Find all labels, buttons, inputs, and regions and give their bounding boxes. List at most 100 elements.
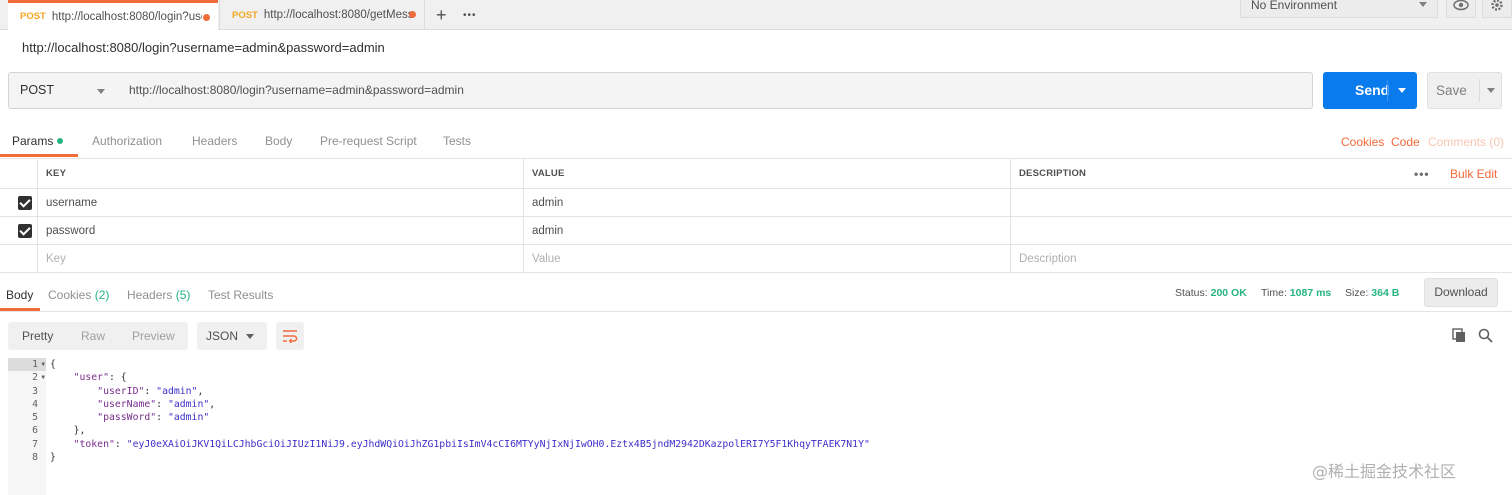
- code-token-mid: : {: [108, 372, 127, 384]
- status-value[interactable]: 200 OK: [1211, 287, 1247, 299]
- tab-authorization[interactable]: Authorization: [92, 134, 162, 148]
- tab-params[interactable]: Params: [12, 134, 64, 148]
- code-token-prefix: },: [50, 425, 86, 437]
- line-number: 6: [32, 425, 38, 437]
- bulk-edit-link[interactable]: Bulk Edit: [1450, 167, 1497, 181]
- watermark: @稀土掘金技术社区: [1312, 462, 1457, 481]
- gear-icon: [1491, 0, 1503, 11]
- tab-method: POST: [20, 11, 46, 22]
- params-table: KEY VALUE DESCRIPTION ••• Bulk Edit user…: [0, 158, 1512, 273]
- eye-icon: [1453, 0, 1469, 11]
- tab-body[interactable]: Body: [265, 134, 292, 148]
- environment-select[interactable]: No Environment: [1240, 0, 1438, 18]
- active-tab-indicator: [0, 154, 78, 157]
- param-value-input[interactable]: admin: [523, 217, 1010, 244]
- tab-pre-request-script[interactable]: Pre-request Script: [320, 134, 417, 148]
- checkbox-checked-icon[interactable]: [18, 223, 32, 238]
- param-key-input[interactable]: username: [37, 189, 524, 216]
- http-method-select[interactable]: POST: [8, 72, 118, 109]
- code-token-key: "user": [73, 372, 109, 384]
- save-button[interactable]: Save: [1427, 72, 1502, 109]
- new-param-key-input[interactable]: Key: [37, 245, 524, 272]
- search-icon[interactable]: [1478, 328, 1493, 343]
- header-check-cell: [0, 159, 37, 188]
- code-token-mid: :: [144, 385, 157, 397]
- code-token-val: "admin": [156, 385, 198, 397]
- param-value-input[interactable]: admin: [523, 189, 1010, 216]
- request-tab-login[interactable]: POST http://localhost:8080/login?user: [8, 0, 218, 30]
- code-token-prefix: [50, 372, 74, 383]
- tab-tests[interactable]: Tests: [443, 134, 471, 148]
- view-pretty-button[interactable]: Pretty: [22, 322, 53, 350]
- view-raw-button[interactable]: Raw: [81, 322, 105, 350]
- cookies-link[interactable]: Cookies: [1341, 135, 1384, 149]
- send-button[interactable]: Send: [1323, 72, 1417, 109]
- tab-more-button[interactable]: •••: [463, 0, 477, 30]
- tab-params-label: Params: [12, 134, 54, 148]
- params-active-dot-icon: [57, 138, 64, 144]
- chevron-down-icon: [1419, 2, 1427, 7]
- more-options-icon[interactable]: •••: [1414, 167, 1430, 181]
- environment-quick-look-button[interactable]: [1446, 0, 1476, 18]
- settings-button[interactable]: [1482, 0, 1512, 18]
- param-description-input[interactable]: [1010, 189, 1512, 216]
- code-token-mid: :: [156, 398, 168, 410]
- fold-arrow-icon[interactable]: ▼: [41, 358, 45, 371]
- wrap-lines-button[interactable]: [276, 322, 304, 350]
- tab-headers[interactable]: Headers: [192, 134, 237, 148]
- view-preview-button[interactable]: Preview: [132, 322, 175, 350]
- code-token-key: "userID": [97, 385, 145, 397]
- new-tab-button[interactable]: +: [436, 0, 447, 30]
- request-tab-getmessage[interactable]: POST http://localhost:8080/getMessa: [219, 0, 425, 30]
- response-tab-cookies[interactable]: Cookies (2): [48, 288, 109, 302]
- code-line: "userID": "admin",: [50, 385, 870, 398]
- code-token-mid: :: [156, 412, 168, 424]
- wrap-lines-icon: [283, 330, 298, 343]
- status-label: Status:: [1175, 287, 1208, 299]
- code-token-prefix: }: [50, 452, 56, 464]
- send-options-chevron-icon[interactable]: [1398, 88, 1406, 93]
- response-code: { "user": { "userID": "admin", "userName…: [50, 358, 870, 464]
- request-tab-bar: POST http://localhost:8080/login?user PO…: [0, 0, 1512, 30]
- code-link[interactable]: Code: [1391, 135, 1420, 149]
- row-checkbox-cell[interactable]: [0, 189, 37, 216]
- line-number: 1 ▼: [8, 358, 46, 372]
- code-token-prefix: [50, 386, 97, 397]
- time-value[interactable]: 1087 ms: [1290, 287, 1331, 299]
- row-checkbox-cell[interactable]: [0, 217, 37, 244]
- code-line: }: [50, 451, 870, 464]
- code-token-key: "userName": [97, 398, 157, 410]
- response-tab-body[interactable]: Body: [6, 288, 33, 302]
- cookies-count: (2): [94, 288, 110, 302]
- new-param-description-input[interactable]: Description: [1010, 245, 1512, 272]
- code-token-suffix: ,: [197, 385, 204, 397]
- new-param-value-input[interactable]: Value: [523, 245, 1010, 272]
- comments-link[interactable]: Comments (0): [1428, 135, 1504, 149]
- request-url-input[interactable]: http://localhost:8080/login?username=adm…: [117, 72, 1313, 109]
- response-tab-test-results[interactable]: Test Results: [208, 288, 273, 302]
- headers-count: (5): [175, 288, 191, 302]
- response-tab-headers[interactable]: Headers (5): [127, 288, 190, 302]
- response-body-editor[interactable]: 1 ▼ 2 ▼ 3 4 5 6 7 8 { "user": { "userID": "admin"…: [8, 358, 1500, 495]
- unsaved-dot-icon: [203, 14, 210, 21]
- code-line: "passWord": "admin": [50, 411, 870, 424]
- download-button[interactable]: Download: [1424, 278, 1498, 307]
- line-number-gutter: 1 ▼ 2 ▼ 3 4 5 6 7 8: [8, 358, 46, 495]
- tab-url: http://localhost:8080/login?user: [51, 10, 202, 23]
- http-method-value: POST: [20, 83, 55, 97]
- checkbox-checked-icon[interactable]: [18, 195, 32, 210]
- response-view-toggle: Pretty Raw Preview: [8, 322, 188, 350]
- fold-arrow-icon[interactable]: ▼: [41, 371, 45, 384]
- line-number: 3: [32, 385, 38, 397]
- code-token-prefix: [50, 439, 74, 450]
- tab-url: http://localhost:8080/getMessa: [263, 9, 414, 21]
- copy-icon[interactable]: [1452, 328, 1466, 343]
- chevron-down-icon: [246, 334, 254, 339]
- environment-value: No Environment: [1251, 0, 1338, 12]
- response-format-select[interactable]: JSON: [197, 322, 267, 350]
- table-row: username admin: [0, 189, 1512, 217]
- size-value[interactable]: 364 B: [1371, 287, 1399, 299]
- save-options-chevron-icon[interactable]: [1487, 88, 1495, 93]
- param-description-input[interactable]: [1010, 217, 1512, 244]
- param-key-input[interactable]: password: [37, 217, 524, 244]
